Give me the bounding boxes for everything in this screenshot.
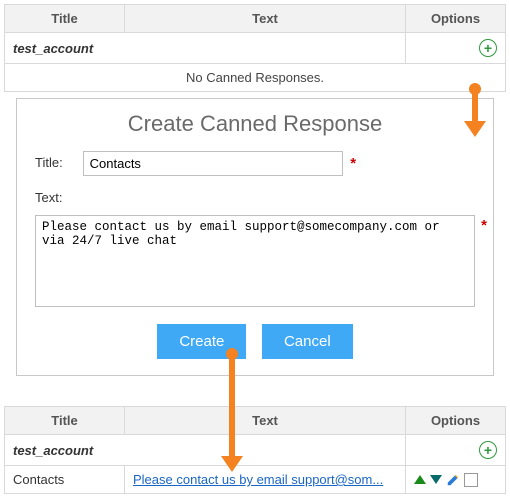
empty-message: No Canned Responses. <box>5 64 506 92</box>
row-text-link[interactable]: Please contact us by email support@som..… <box>133 472 397 487</box>
col-text: Text <box>125 5 406 33</box>
arrow-icon <box>221 354 243 474</box>
responses-table-populated: Title Text Options test_account + Contac… <box>4 406 506 494</box>
col-text: Text <box>125 407 406 435</box>
title-label: Title: <box>35 151 79 170</box>
create-response-panel: Create Canned Response Title: * Text: * … <box>16 98 494 376</box>
required-mark: * <box>481 217 487 234</box>
select-checkbox[interactable] <box>464 473 478 487</box>
panel-heading: Create Canned Response <box>35 111 475 137</box>
col-options: Options <box>406 5 506 33</box>
col-title: Title <box>5 5 125 33</box>
text-textarea[interactable] <box>35 215 475 307</box>
text-label: Text: <box>35 186 79 205</box>
move-up-icon[interactable] <box>414 475 426 484</box>
add-response-button[interactable]: + <box>479 441 497 459</box>
row-title: Contacts <box>5 466 125 494</box>
required-mark: * <box>350 155 356 172</box>
edit-icon[interactable] <box>446 473 460 487</box>
move-down-icon[interactable] <box>430 475 442 484</box>
responses-table-empty: Title Text Options test_account + No Can… <box>4 4 506 92</box>
account-name: test_account <box>5 33 406 64</box>
add-response-button[interactable]: + <box>479 39 497 57</box>
arrow-icon <box>464 89 486 137</box>
col-title: Title <box>5 407 125 435</box>
col-options: Options <box>406 407 506 435</box>
account-name: test_account <box>5 435 406 466</box>
title-input[interactable] <box>83 151 343 176</box>
cancel-button[interactable]: Cancel <box>262 324 353 359</box>
